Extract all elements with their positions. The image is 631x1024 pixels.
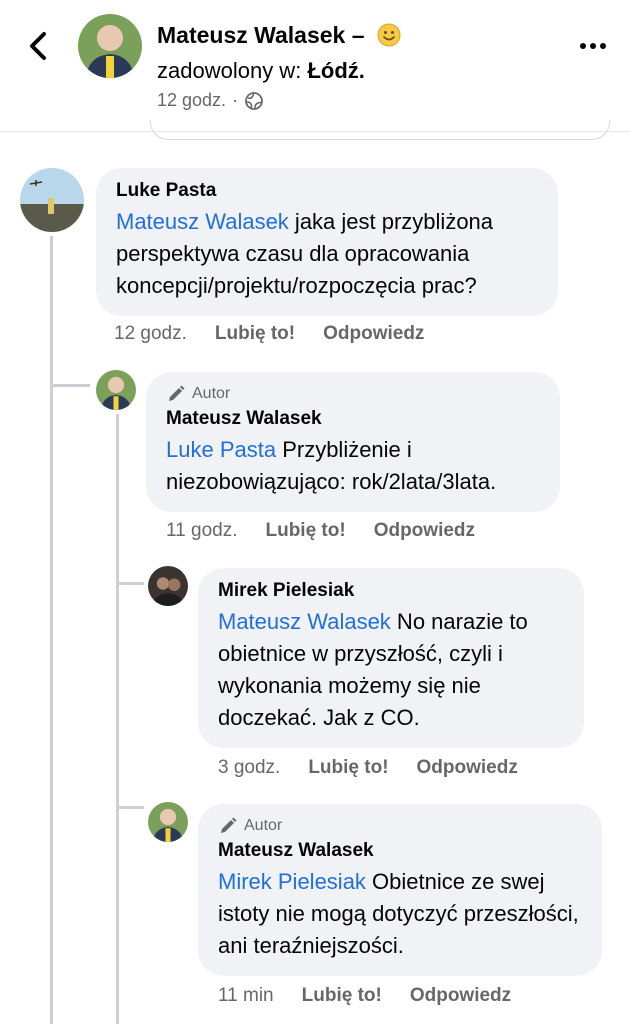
- post-time[interactable]: 12 godz.: [157, 90, 226, 111]
- post-header: Mateusz Walasek – zadowolony w: Łódź. 12…: [0, 0, 631, 140]
- comment-actions: 11 min Lubię to! Odpowiedz: [218, 985, 511, 1007]
- comment-bubble: Autor Mateusz Walasek Luke Pasta Przybli…: [146, 372, 560, 512]
- comment-author[interactable]: Mirek Pielesiak: [218, 580, 564, 602]
- comment-time[interactable]: 3 godz.: [218, 757, 280, 779]
- thread-line: [50, 236, 53, 1024]
- author-badge: Autor: [166, 384, 540, 404]
- thread-line: [116, 582, 144, 585]
- author-badge: Autor: [218, 816, 582, 836]
- avatar[interactable]: [96, 370, 136, 410]
- location-link[interactable]: Łódź.: [307, 58, 364, 83]
- thread-line: [116, 414, 119, 1024]
- comment-bubble: Luke Pasta Mateusz Walasek jaka jest prz…: [96, 168, 558, 316]
- comment-text: Mateusz Walasek No narazie to obietnice …: [218, 606, 564, 734]
- comment-text: Luke Pasta Przybliżenie i niezobowiązują…: [166, 434, 540, 498]
- reply-button[interactable]: Odpowiedz: [417, 757, 518, 779]
- comment-author[interactable]: Mateusz Walasek: [218, 840, 582, 862]
- comment-time[interactable]: 11 godz.: [166, 520, 237, 542]
- comment-actions: 11 godz. Lubię to! Odpowiedz: [166, 520, 475, 542]
- name-separator: –: [351, 22, 365, 48]
- smile-emoji-icon: [377, 23, 401, 47]
- comment-bubble: Autor Mateusz Walasek Mirek Pielesiak Ob…: [198, 804, 602, 976]
- mention-link[interactable]: Mirek Pielesiak: [218, 869, 366, 894]
- comment-text: Mateusz Walasek jaka jest przybliżona pe…: [116, 206, 538, 302]
- avatar[interactable]: [20, 168, 84, 232]
- reply-button[interactable]: Odpowiedz: [374, 520, 475, 542]
- mention-link[interactable]: Luke Pasta: [166, 437, 276, 462]
- post-author-name[interactable]: Mateusz Walasek –: [157, 22, 401, 49]
- comment-time[interactable]: 12 godz.: [114, 323, 187, 345]
- globe-icon: [245, 91, 263, 110]
- like-button[interactable]: Lubię to!: [308, 757, 388, 779]
- thread-line: [50, 384, 90, 387]
- post-meta: 12 godz. ·: [157, 90, 264, 111]
- back-button[interactable]: [24, 28, 54, 64]
- meta-dot: ·: [232, 90, 239, 110]
- author-name-link[interactable]: Mateusz Walasek: [157, 22, 345, 48]
- like-button[interactable]: Lubię to!: [265, 520, 345, 542]
- author-badge-label: Autor: [192, 385, 231, 402]
- author-avatar[interactable]: [78, 14, 142, 78]
- post-feeling: zadowolony w: Łódź.: [157, 58, 365, 84]
- more-icon: [580, 43, 606, 49]
- comment-actions: 3 godz. Lubię to! Odpowiedz: [218, 757, 518, 779]
- comment-actions: 12 godz. Lubię to! Odpowiedz: [114, 323, 424, 345]
- mention-link[interactable]: Mateusz Walasek: [218, 609, 391, 634]
- like-button[interactable]: Lubię to!: [215, 323, 295, 345]
- reply-button[interactable]: Odpowiedz: [323, 323, 424, 345]
- back-arrow-icon: [30, 32, 46, 60]
- comment-author[interactable]: Luke Pasta: [116, 180, 538, 202]
- input-edge: [150, 120, 610, 140]
- thread-line: [116, 806, 144, 809]
- comment-time[interactable]: 11 min: [218, 985, 274, 1007]
- author-badge-label: Autor: [244, 817, 283, 834]
- comment-author[interactable]: Mateusz Walasek: [166, 408, 540, 430]
- like-button[interactable]: Lubię to!: [302, 985, 382, 1007]
- pencil-icon: [221, 817, 237, 833]
- pencil-icon: [169, 385, 185, 401]
- avatar[interactable]: [148, 566, 188, 606]
- more-options-button[interactable]: [579, 36, 607, 56]
- feeling-prefix: zadowolony w:: [157, 58, 302, 83]
- comment-text: Mirek Pielesiak Obietnice ze swej istoty…: [218, 866, 582, 962]
- avatar[interactable]: [148, 802, 188, 842]
- mention-link[interactable]: Mateusz Walasek: [116, 209, 289, 234]
- reply-button[interactable]: Odpowiedz: [410, 985, 511, 1007]
- comment-bubble: Mirek Pielesiak Mateusz Walasek No naraz…: [198, 568, 584, 748]
